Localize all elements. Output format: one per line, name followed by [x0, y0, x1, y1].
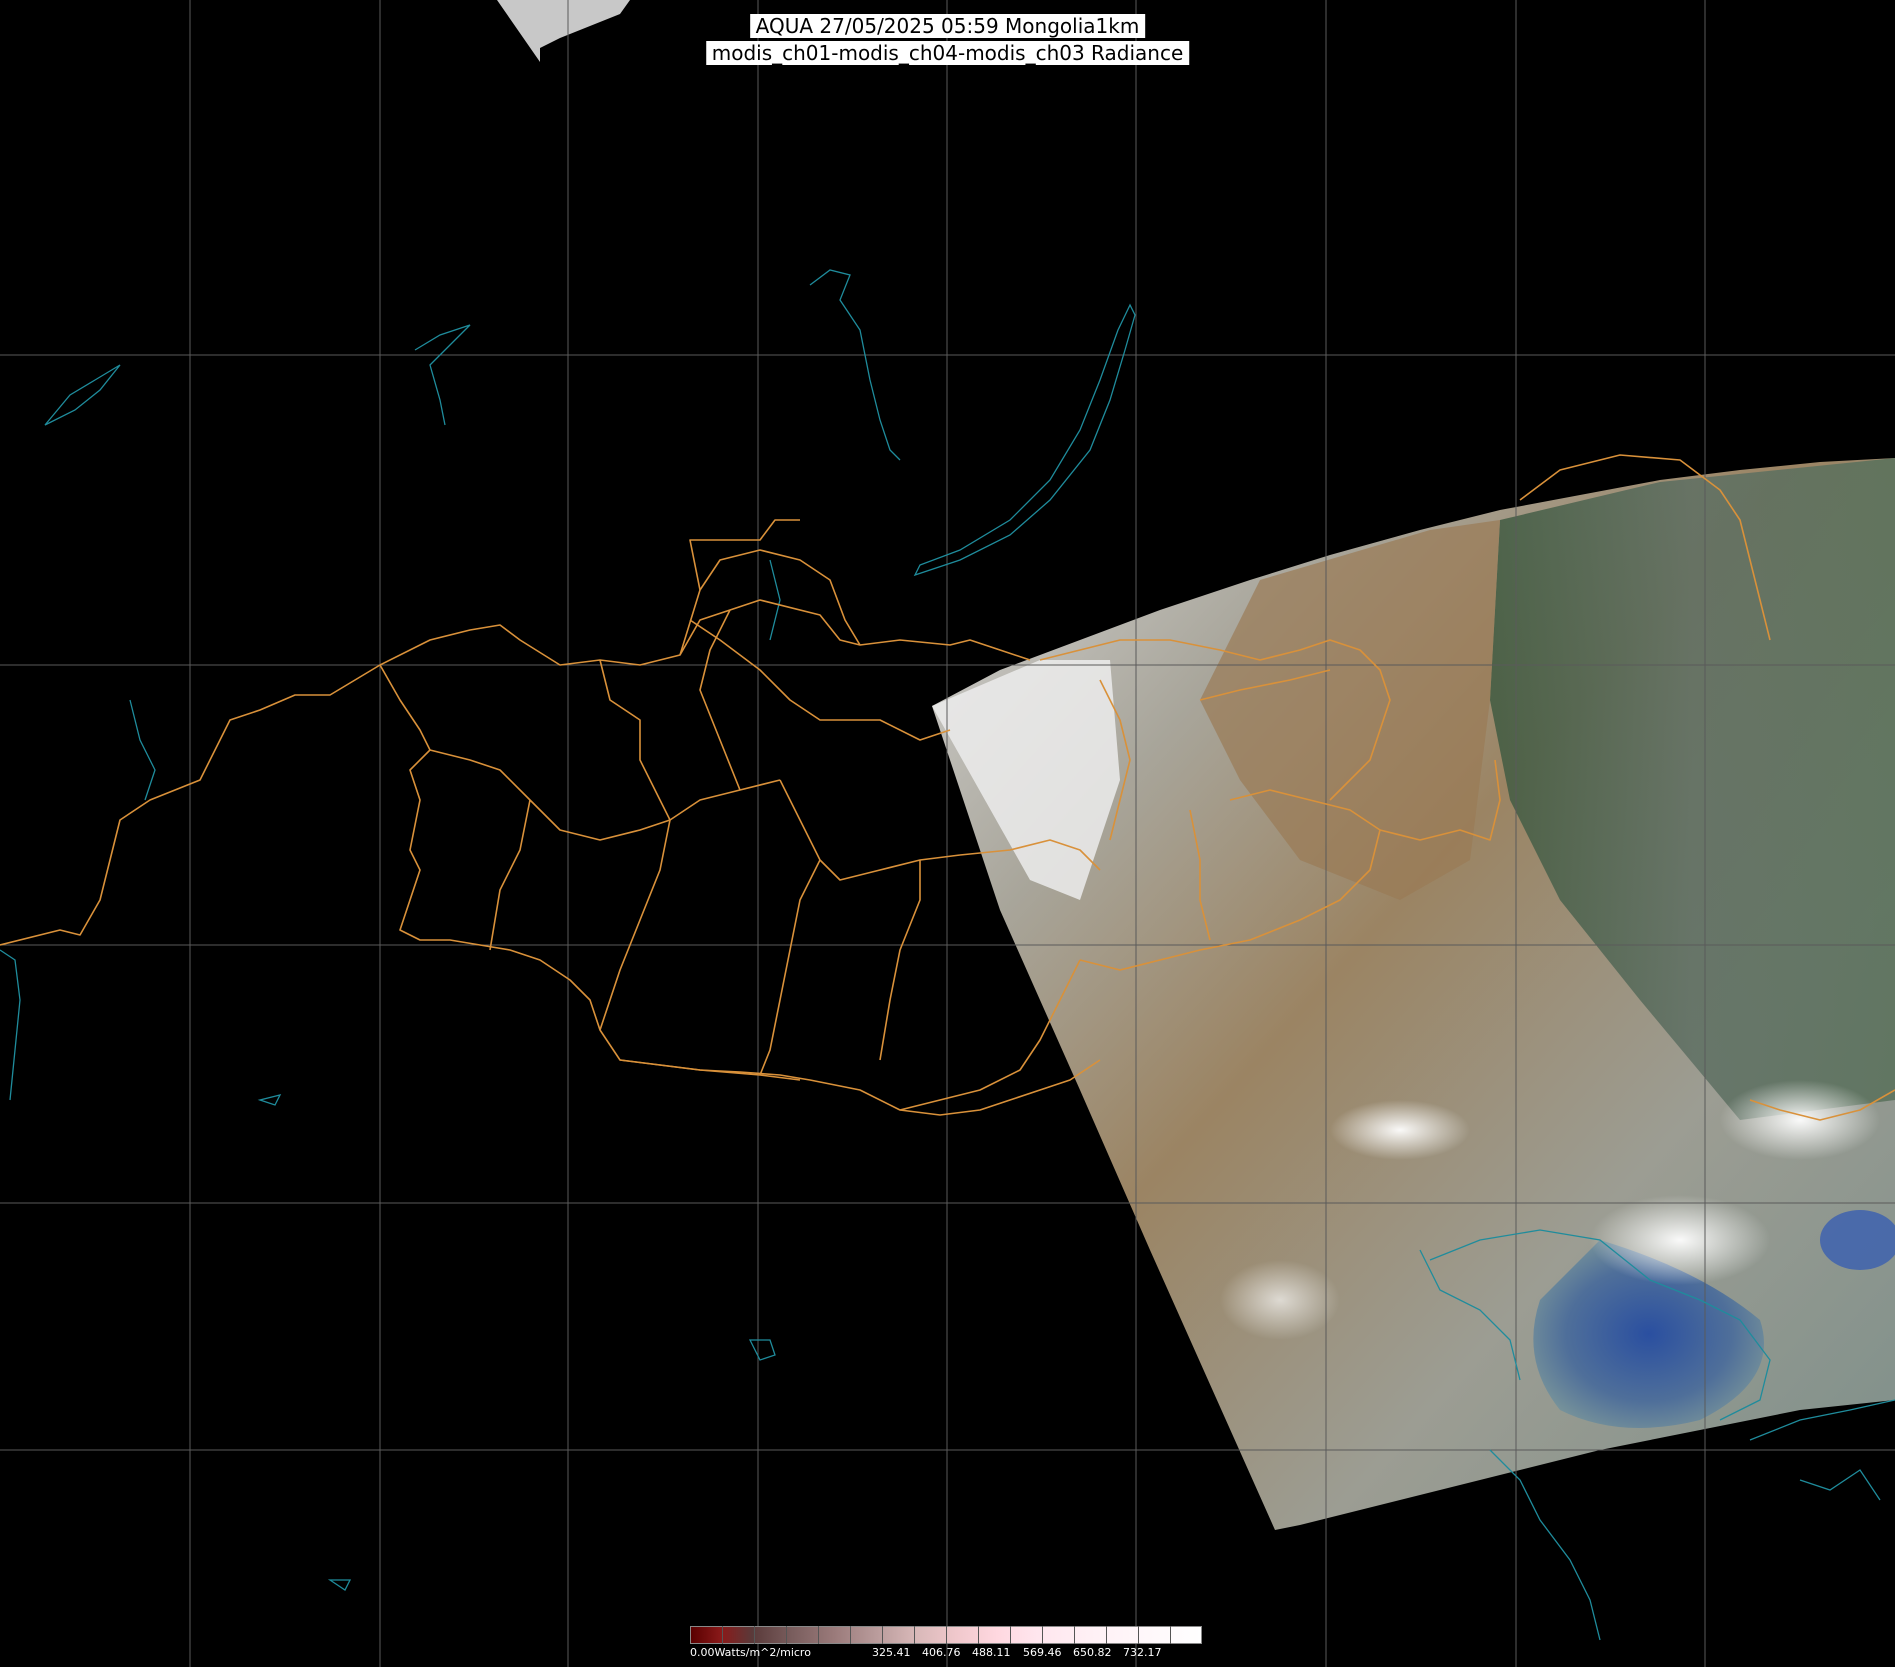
colorbar-tick — [882, 1626, 883, 1644]
colorbar-tick-label: 488.11 — [972, 1646, 1011, 1659]
colorbar-tick — [1170, 1626, 1171, 1644]
colorbar-tick — [946, 1626, 947, 1644]
colorbar-tick — [850, 1626, 851, 1644]
swath-sliver — [497, 0, 630, 62]
colorbar-tick — [1042, 1626, 1043, 1644]
colorbar-unit-label: 0.00Watts/m^2/micro — [690, 1646, 811, 1659]
map-canvas — [0, 0, 1895, 1667]
colorbar-tick — [1010, 1626, 1011, 1644]
colorbar-tick-label: 325.41 — [872, 1646, 911, 1659]
colorbar-tick — [978, 1626, 979, 1644]
image-title-line1: AQUA 27/05/2025 05:59 Mongolia1km — [749, 14, 1146, 38]
colorbar-tick-label: 569.46 — [1023, 1646, 1062, 1659]
colorbar-tick — [754, 1626, 755, 1644]
colorbar-tick — [1074, 1626, 1075, 1644]
colorbar-tick — [914, 1626, 915, 1644]
colorbar-tick — [1138, 1626, 1139, 1644]
colorbar-tick-label: 732.17 — [1123, 1646, 1162, 1659]
colorbar-labels: 0.00Watts/m^2/micro 325.41 406.76 488.11… — [690, 1646, 1202, 1662]
colorbar-tick — [818, 1626, 819, 1644]
image-title-line2: modis_ch01-modis_ch04-modis_ch03 Radianc… — [705, 41, 1190, 65]
colorbar — [690, 1626, 1202, 1646]
imagery-swath — [932, 458, 1895, 1530]
colorbar-tick-label: 406.76 — [922, 1646, 961, 1659]
colorbar-tick — [1106, 1626, 1107, 1644]
colorbar-tick — [722, 1626, 723, 1644]
colorbar-tick — [786, 1626, 787, 1644]
satellite-image-viewer: AQUA 27/05/2025 05:59 Mongolia1km modis_… — [0, 0, 1895, 1667]
colorbar-tick-label: 650.82 — [1073, 1646, 1112, 1659]
